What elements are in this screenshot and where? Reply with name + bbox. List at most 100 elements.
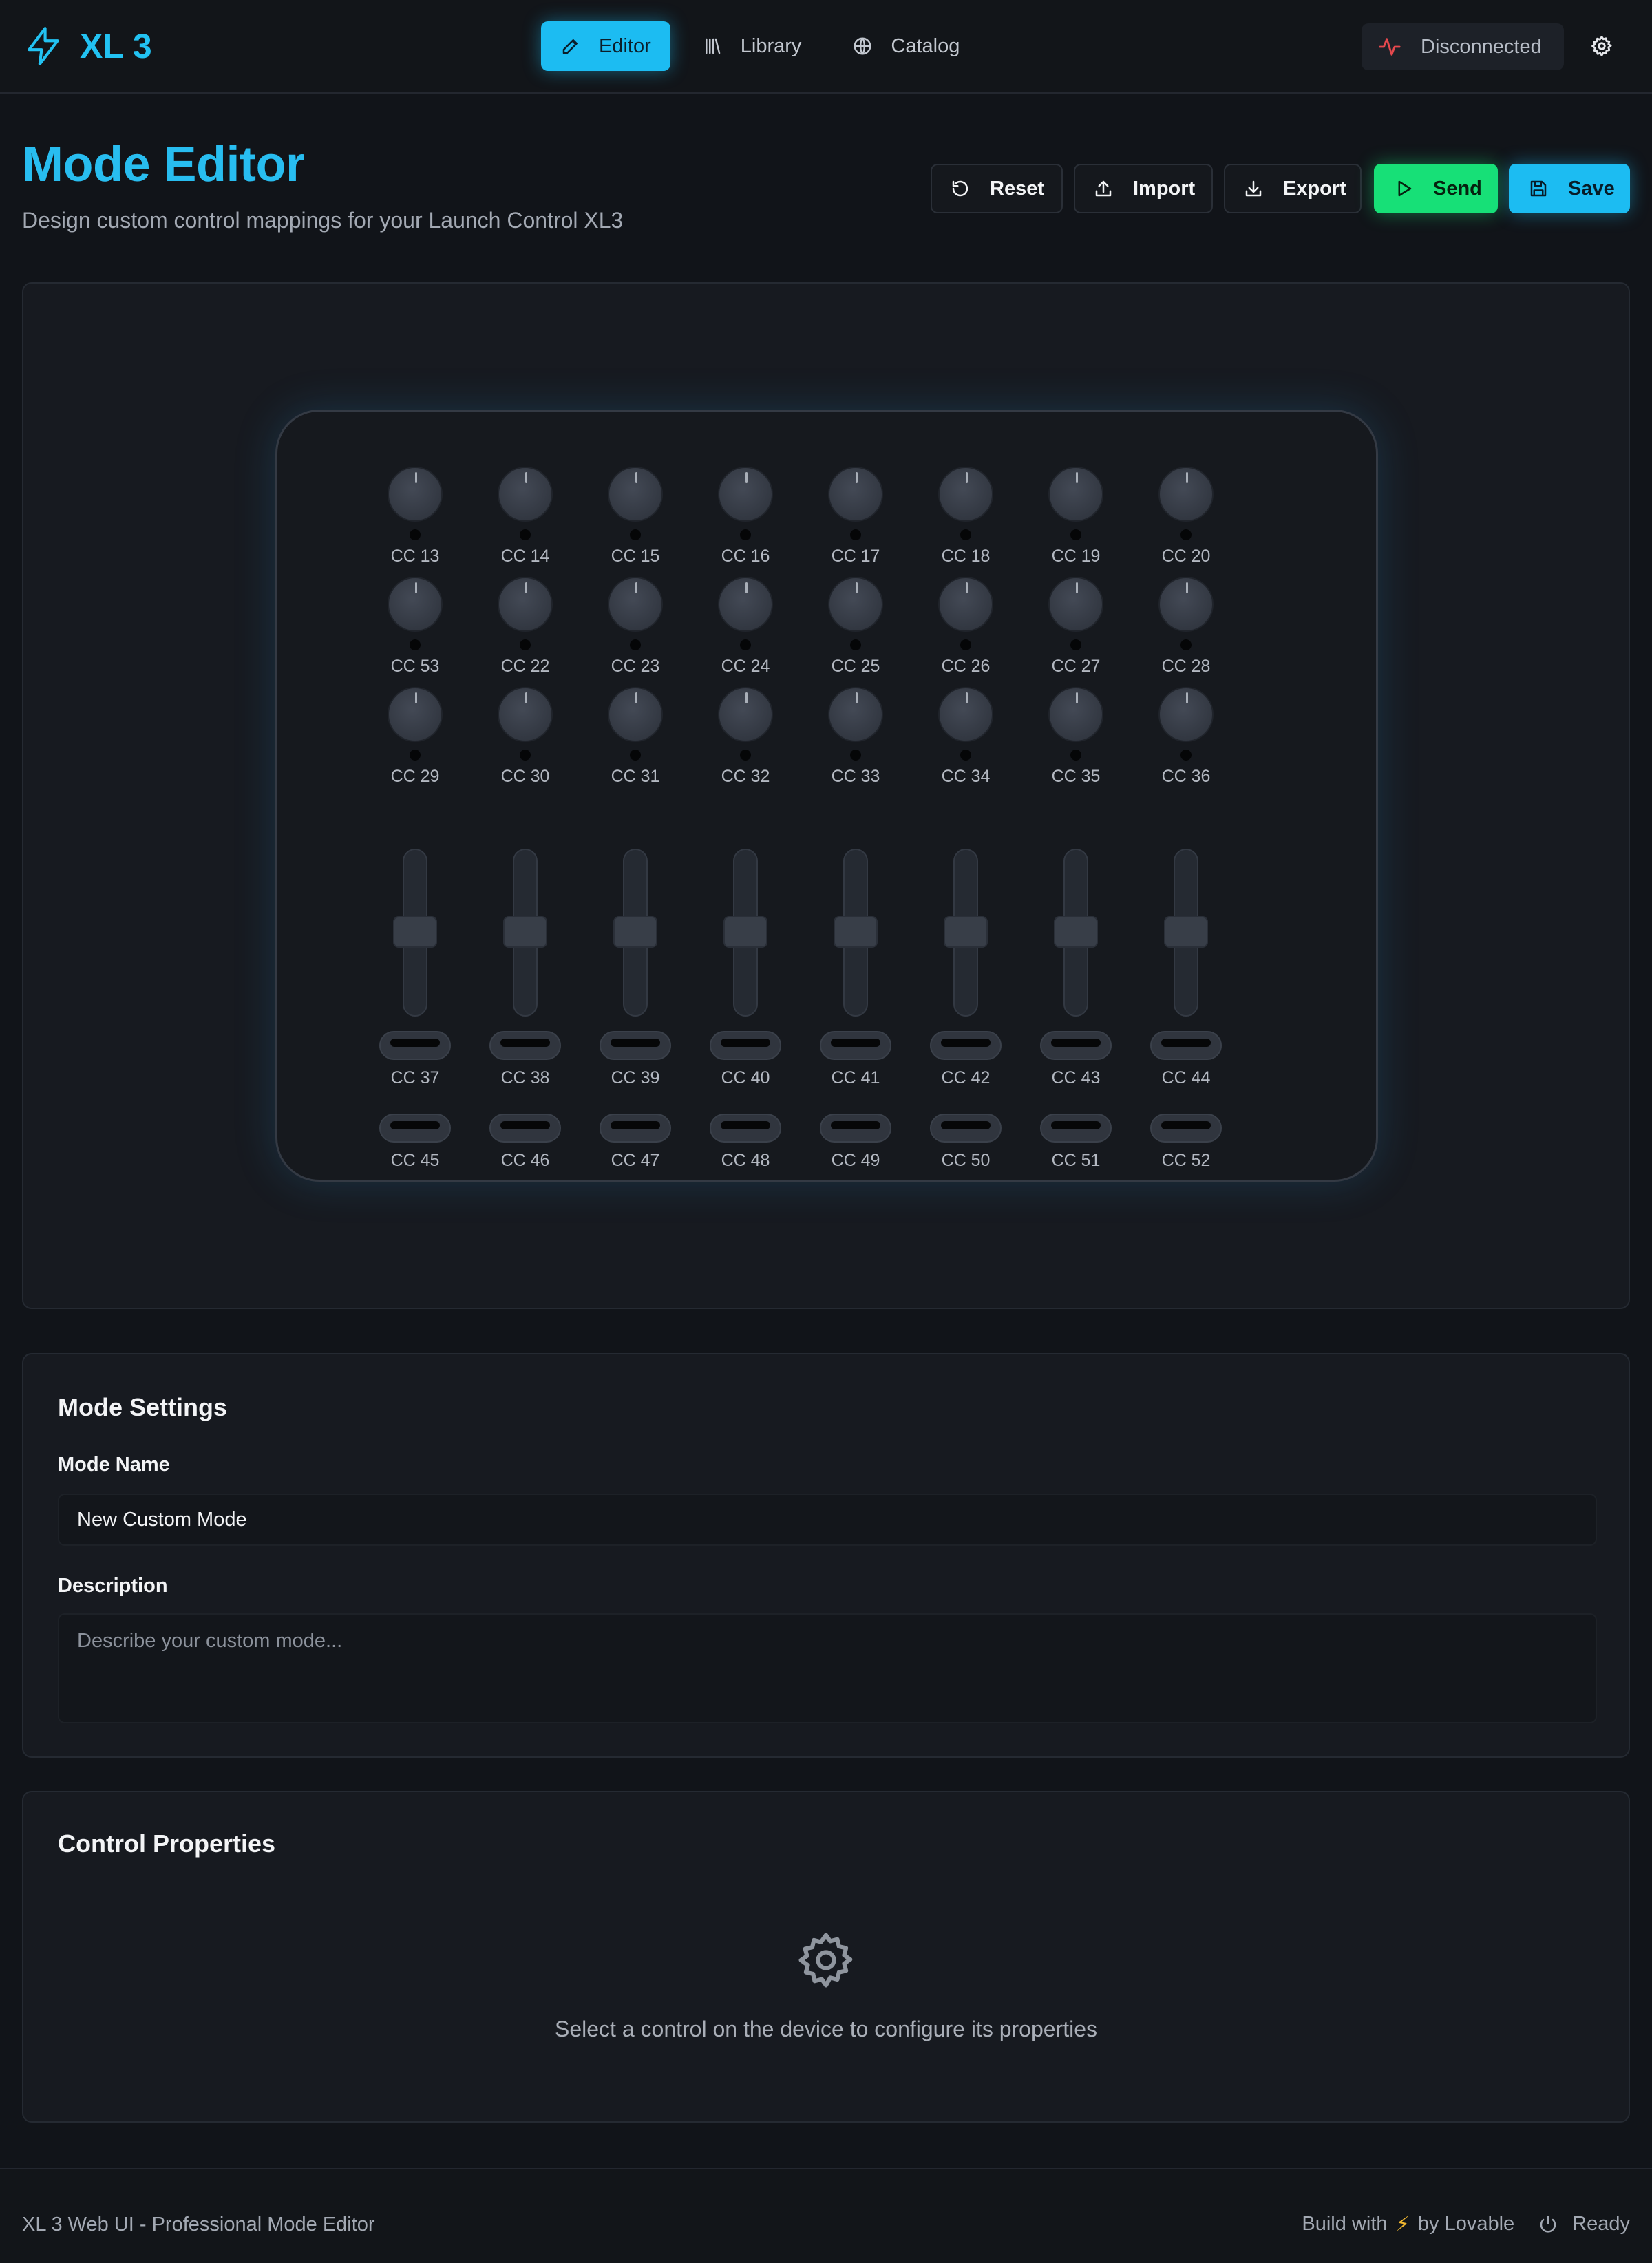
knob-cc[interactable]: CC 27: [1028, 577, 1124, 680]
knob-dial[interactable]: [828, 687, 883, 742]
knob-dial[interactable]: [388, 687, 443, 742]
device-button[interactable]: CC 40: [697, 1031, 794, 1087]
button-pad[interactable]: [489, 1114, 561, 1143]
knob-dial[interactable]: [828, 577, 883, 632]
knob-dial[interactable]: [1158, 687, 1214, 742]
knob-dial[interactable]: [828, 467, 883, 522]
button-pad[interactable]: [1150, 1031, 1222, 1060]
knob-dial[interactable]: [608, 467, 663, 522]
knob-cc[interactable]: CC 33: [807, 687, 904, 790]
fader-handle[interactable]: [613, 916, 657, 948]
knob-cc[interactable]: CC 30: [477, 687, 573, 790]
settings-gear-icon[interactable]: [1590, 34, 1613, 58]
knob-dial[interactable]: [388, 577, 443, 632]
knob-dial[interactable]: [608, 687, 663, 742]
device-button[interactable]: CC 47: [587, 1114, 684, 1170]
knob-dial[interactable]: [718, 687, 773, 742]
knob-dial[interactable]: [498, 577, 553, 632]
knob-dial[interactable]: [1158, 577, 1214, 632]
device-button[interactable]: CC 43: [1028, 1031, 1124, 1087]
send-button[interactable]: Send: [1374, 164, 1498, 213]
fader-handle[interactable]: [393, 916, 437, 948]
knob-dial[interactable]: [938, 467, 993, 522]
knob-dial[interactable]: [938, 687, 993, 742]
button-pad[interactable]: [930, 1114, 1002, 1143]
fader-handle[interactable]: [834, 916, 878, 948]
device-button[interactable]: CC 45: [367, 1114, 463, 1170]
device-button[interactable]: CC 51: [1028, 1114, 1124, 1170]
knob-cc[interactable]: CC 26: [918, 577, 1014, 680]
fader-handle[interactable]: [503, 916, 547, 948]
knob-cc[interactable]: CC 32: [697, 687, 794, 790]
knob-cc[interactable]: CC 36: [1138, 687, 1234, 790]
knob-cc[interactable]: CC 34: [918, 687, 1014, 790]
knob-cc[interactable]: CC 24: [697, 577, 794, 680]
knob-cc[interactable]: CC 29: [367, 687, 463, 790]
app-logo[interactable]: XL 3: [22, 23, 152, 69]
button-pad[interactable]: [930, 1031, 1002, 1060]
knob-cc[interactable]: CC 19: [1028, 467, 1124, 570]
knob-dial[interactable]: [718, 467, 773, 522]
knob-cc[interactable]: CC 15: [587, 467, 684, 570]
knob-dial[interactable]: [1048, 577, 1103, 632]
knob-cc[interactable]: CC 22: [477, 577, 573, 680]
export-button[interactable]: Export: [1224, 164, 1362, 213]
button-pad[interactable]: [379, 1114, 451, 1143]
knob-dial[interactable]: [608, 577, 663, 632]
device-button[interactable]: CC 41: [807, 1031, 904, 1087]
reset-button[interactable]: Reset: [931, 164, 1063, 213]
device-button[interactable]: CC 52: [1138, 1114, 1234, 1170]
knob-cc[interactable]: CC 20: [1138, 467, 1234, 570]
knob-dial[interactable]: [498, 467, 553, 522]
button-pad[interactable]: [489, 1031, 561, 1060]
knob-dial[interactable]: [718, 577, 773, 632]
knob-dial[interactable]: [1158, 467, 1214, 522]
import-button[interactable]: Import: [1074, 164, 1213, 213]
knob-cc[interactable]: CC 53: [367, 577, 463, 680]
knob-cc[interactable]: CC 17: [807, 467, 904, 570]
knob-cc[interactable]: CC 23: [587, 577, 684, 680]
button-pad[interactable]: [600, 1114, 671, 1143]
device-button[interactable]: CC 44: [1138, 1031, 1234, 1087]
device-button[interactable]: CC 48: [697, 1114, 794, 1170]
save-button[interactable]: Save: [1509, 164, 1630, 213]
fader-handle[interactable]: [1164, 916, 1208, 948]
tab-library[interactable]: Library: [683, 21, 821, 71]
knob-dial[interactable]: [498, 687, 553, 742]
button-pad[interactable]: [1040, 1031, 1112, 1060]
device-button[interactable]: CC 42: [918, 1031, 1014, 1087]
knob-cc[interactable]: CC 28: [1138, 577, 1234, 680]
knob-cc[interactable]: CC 35: [1028, 687, 1124, 790]
description-input[interactable]: [58, 1613, 1597, 1723]
tab-editor[interactable]: Editor: [541, 21, 670, 71]
button-pad[interactable]: [820, 1114, 891, 1143]
button-pad[interactable]: [820, 1031, 891, 1060]
button-pad[interactable]: [710, 1031, 781, 1060]
device-button[interactable]: CC 49: [807, 1114, 904, 1170]
button-pad[interactable]: [710, 1114, 781, 1143]
device-button[interactable]: CC 46: [477, 1114, 573, 1170]
button-pad[interactable]: [379, 1031, 451, 1060]
device-button[interactable]: CC 39: [587, 1031, 684, 1087]
knob-dial[interactable]: [1048, 467, 1103, 522]
device-button[interactable]: CC 38: [477, 1031, 573, 1087]
knob-cc[interactable]: CC 14: [477, 467, 573, 570]
connection-status[interactable]: Disconnected: [1362, 23, 1564, 70]
knob-cc[interactable]: CC 31: [587, 687, 684, 790]
knob-dial[interactable]: [1048, 687, 1103, 742]
button-pad[interactable]: [600, 1031, 671, 1060]
tab-catalog[interactable]: Catalog: [833, 21, 979, 71]
knob-dial[interactable]: [388, 467, 443, 522]
knob-cc[interactable]: CC 16: [697, 467, 794, 570]
knob-cc[interactable]: CC 13: [367, 467, 463, 570]
knob-cc[interactable]: CC 25: [807, 577, 904, 680]
fader-handle[interactable]: [723, 916, 767, 948]
button-pad[interactable]: [1150, 1114, 1222, 1143]
knob-cc[interactable]: CC 18: [918, 467, 1014, 570]
device-button[interactable]: CC 37: [367, 1031, 463, 1087]
fader-handle[interactable]: [1054, 916, 1098, 948]
knob-dial[interactable]: [938, 577, 993, 632]
mode-name-input[interactable]: [58, 1494, 1597, 1546]
button-pad[interactable]: [1040, 1114, 1112, 1143]
fader-handle[interactable]: [944, 916, 988, 948]
